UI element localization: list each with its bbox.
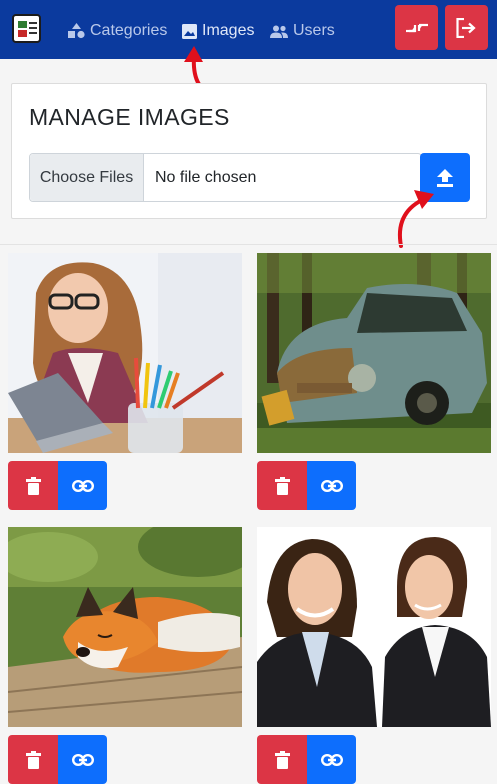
trash-icon <box>274 750 290 769</box>
copy-link-button[interactable] <box>58 461 107 510</box>
image-actions <box>257 735 356 784</box>
choose-files-button[interactable]: Choose Files <box>30 154 144 201</box>
delete-button[interactable] <box>8 735 58 784</box>
nav-link-images[interactable]: Images <box>182 20 254 42</box>
compress-button[interactable] <box>395 5 438 50</box>
trash-icon <box>274 476 290 495</box>
nav-link-users-label: Users <box>293 22 335 39</box>
link-icon <box>320 479 343 492</box>
navbar: Categories Images Users <box>0 0 497 59</box>
image-actions <box>8 461 107 510</box>
delete-button[interactable] <box>257 735 307 784</box>
image-thumbnail[interactable] <box>257 527 491 727</box>
link-icon <box>71 753 94 766</box>
file-status-text: No file chosen <box>155 168 257 186</box>
link-icon <box>320 753 343 766</box>
delete-button[interactable] <box>8 461 58 510</box>
compress-icon <box>405 23 428 32</box>
delete-button[interactable] <box>257 461 307 510</box>
image-thumbnail[interactable] <box>8 527 242 727</box>
logout-button[interactable] <box>445 5 488 50</box>
nav-link-categories-label: Categories <box>90 22 168 39</box>
copy-link-button[interactable] <box>58 735 107 784</box>
image-actions <box>8 735 107 784</box>
nav-link-images-label: Images <box>202 22 255 39</box>
image-thumbnail[interactable] <box>8 253 242 453</box>
file-input[interactable]: Choose Files No file chosen <box>29 153 422 202</box>
app-logo[interactable] <box>12 14 41 43</box>
nav-link-categories[interactable]: Categories <box>68 20 167 42</box>
users-icon <box>270 25 288 38</box>
section-divider <box>0 244 497 245</box>
trash-icon <box>25 476 41 495</box>
nav-link-users[interactable]: Users <box>270 20 335 42</box>
copy-link-button[interactable] <box>307 461 356 510</box>
annotation-arrow-upload <box>398 190 434 248</box>
copy-link-button[interactable] <box>307 735 356 784</box>
logout-icon <box>456 17 476 38</box>
shapes-icon <box>68 23 85 39</box>
trash-icon <box>25 750 41 769</box>
image-actions <box>257 461 356 510</box>
page-title: MANAGE IMAGES <box>29 104 230 130</box>
image-thumbnail[interactable] <box>257 253 491 453</box>
image-icon <box>182 23 197 39</box>
link-icon <box>71 479 94 492</box>
